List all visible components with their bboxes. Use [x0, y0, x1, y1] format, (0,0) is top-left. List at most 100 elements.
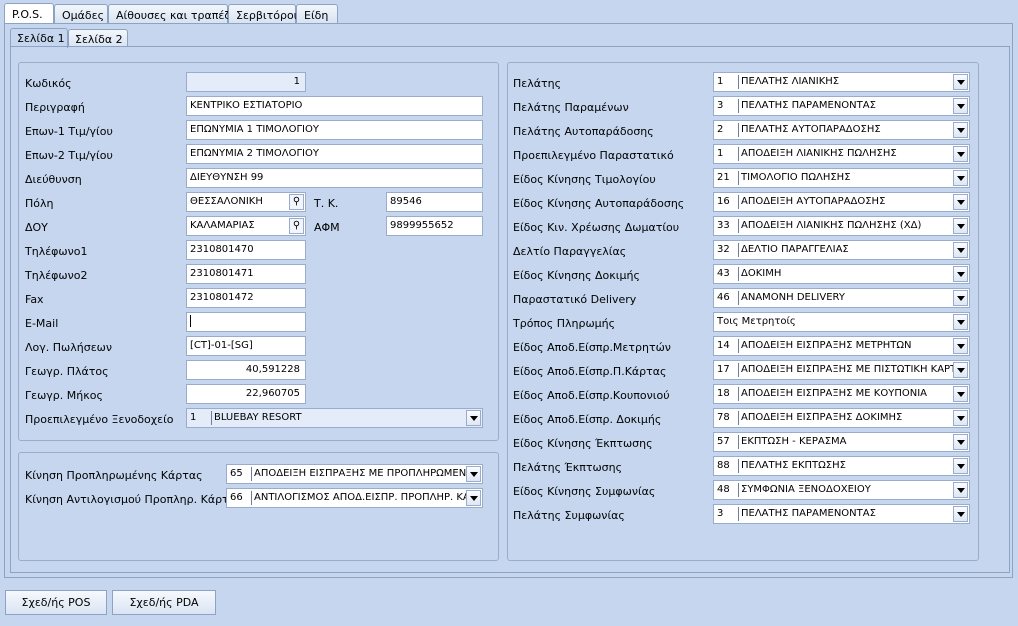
right-row-combo[interactable]: 46 ΑΝΑΜΟΝΗ DELIVERY — [713, 288, 970, 308]
chevron-down-icon[interactable] — [953, 506, 968, 522]
doy-field[interactable]: ΚΑΛΑΜΑΡΙΑΣ ⚲ — [186, 216, 306, 236]
chevron-down-icon[interactable] — [466, 410, 481, 426]
fax-field[interactable]: 2310801472 — [186, 288, 306, 308]
text-caret — [190, 315, 191, 327]
tab-aithouses[interactable]: Αίθουσες και τραπέζια — [108, 4, 241, 23]
subtab-page2[interactable]: Σελίδα 2 — [68, 29, 128, 47]
tab-eidi[interactable]: Είδη — [296, 4, 338, 23]
right-row-label: Είδος Αποδ.Είσπρ.Κουπονιού — [513, 389, 670, 402]
label-platos: Γεωγρ. Πλάτος — [25, 365, 109, 378]
right-row-label: Είδος Αποδ.Είσπρ.Π.Κάρτας — [513, 365, 667, 378]
kinisi-antilog-combo[interactable]: 66 ΑΝΤΙΛΟΓΙΣΜΟΣ ΑΠΟΔ.ΕΙΣΠΡ. ΠΡΟΠΛΗΡ. ΚΑ — [226, 488, 483, 508]
right-row-combo[interactable]: 48 ΣΥΜΦΩΝΙΑ ΞΕΝΟΔΟΧΕΙΟΥ — [713, 480, 970, 500]
eponymia2-field[interactable]: ΕΠΩΝΥΜΙΑ 2 ΤΙΜΟΛΟΓΙΟΥ — [186, 144, 483, 164]
tab-pos[interactable]: P.O.S. — [4, 3, 54, 24]
chevron-down-icon[interactable] — [953, 386, 968, 402]
chevron-down-icon[interactable] — [953, 266, 968, 282]
label-mikos: Γεωγρ. Μήκος — [25, 389, 103, 402]
chevron-down-icon[interactable] — [953, 434, 968, 450]
chevron-down-icon[interactable] — [953, 170, 968, 186]
chevron-down-icon[interactable] — [466, 466, 481, 482]
combo-text: ΠΕΛΑΤΗΣ ΕΚΠΤΩΣΗΣ — [741, 460, 846, 471]
tel2-field[interactable]: 2310801471 — [186, 264, 306, 284]
kinisi-prepaid-combo[interactable]: 65 ΑΠΟΔΕΙΞΗ ΕΙΣΠΡΑΞΗΣ ΜΕ ΠΡΟΠΛΗΡΩΜΕΝΗ — [226, 464, 483, 484]
lightbulb-icon[interactable]: ⚲ — [289, 218, 304, 234]
eponymia1-field[interactable]: ΕΠΩΝΥΜΙΑ 1 ΤΙΜΟΛΟΓΙΟΥ — [186, 120, 483, 140]
combo-code: 18 — [717, 388, 730, 399]
right-row-combo[interactable]: 78 ΑΠΟΔΕΙΞΗ ΕΙΣΠΡΑΞΗΣ ΔΟΚΙΜΗΣ — [713, 408, 970, 428]
chevron-down-icon[interactable] — [953, 146, 968, 162]
combo-text: ΔΟΚΙΜΗ — [741, 268, 782, 279]
right-row-combo[interactable]: 21 ΤΙΜΟΛΟΓΙΟ ΠΩΛΗΣΗΣ — [713, 168, 970, 188]
right-row-combo[interactable]: 16 ΑΠΟΔΕΙΞΗ ΑΥΤΟΠΑΡΑΔΟΣΗΣ — [713, 192, 970, 212]
right-row-label: Είδος Αποδ.Είσπρ. Δοκιμής — [513, 413, 662, 426]
right-row-combo[interactable]: 14 ΑΠΟΔΕΙΞΗ ΕΙΣΠΡΑΞΗΣ ΜΕΤΡΗΤΩΝ — [713, 336, 970, 356]
chevron-down-icon[interactable] — [953, 242, 968, 258]
right-row-label: Δελτίο Παραγγελίας — [513, 245, 627, 258]
combo-text: ΑΠΟΔΕΙΞΗ ΑΥΤΟΠΑΡΑΔΟΣΗΣ — [741, 196, 886, 207]
email-field[interactable] — [186, 312, 306, 332]
combo-separator — [738, 75, 739, 89]
chevron-down-icon[interactable] — [953, 74, 968, 90]
pda-designer-button[interactable]: Σχεδ/ής PDA — [112, 590, 216, 615]
combo-text: ΑΠΟΔΕΙΞΗ ΕΙΣΠΡΑΞΗΣ ΜΕΤΡΗΤΩΝ — [741, 340, 912, 351]
right-row-combo[interactable]: 1 ΑΠΟΔΕΙΞΗ ΛΙΑΝΙΚΗΣ ΠΩΛΗΣΗΣ — [713, 144, 970, 164]
right-row-label: Πελάτης Παραμένων — [513, 101, 629, 114]
subtab-page1[interactable]: Σελίδα 1 — [10, 28, 68, 48]
chevron-down-icon[interactable] — [466, 490, 481, 506]
right-row-combo[interactable]: 32 ΔΕΛΤΙΟ ΠΑΡΑΓΓΕΛΙΑΣ — [713, 240, 970, 260]
chevron-down-icon[interactable] — [953, 98, 968, 114]
chevron-down-icon[interactable] — [953, 458, 968, 474]
label-fax: Fax — [25, 293, 44, 306]
combo-text: ΠΕΛΑΤΗΣ ΑΥΤΟΠΑΡΑΔΟΣΗΣ — [741, 124, 881, 135]
xenodoxeio-combo[interactable]: 1 BLUEBAY RESORT — [186, 408, 483, 428]
poli-field[interactable]: ΘΕΣΣΑΛΟΝΙΚΗ ⚲ — [186, 192, 306, 212]
right-row-combo[interactable]: Τοις Μετρητοίς — [713, 312, 970, 332]
label-afm: ΑΦΜ — [314, 221, 340, 234]
log-poliseon-field[interactable]: [CT]-01-[SG] — [186, 336, 306, 356]
right-row-combo[interactable]: 1 ΠΕΛΑΤΗΣ ΛΙΑΝΙΚΗΣ — [713, 72, 970, 92]
chevron-down-icon[interactable] — [953, 362, 968, 378]
label-eponymia2: Επων-2 Τιμ/γίου — [25, 149, 113, 162]
lightbulb-icon[interactable]: ⚲ — [289, 194, 304, 210]
chevron-down-icon[interactable] — [953, 410, 968, 426]
combo-text: ΠΕΛΑΤΗΣ ΠΑΡΑΜΕΝΟΝΤΑΣ — [741, 508, 876, 519]
combo-code: 3 — [717, 508, 724, 519]
tab-omades[interactable]: Ομάδες — [54, 4, 108, 23]
right-row-combo[interactable]: 3 ΠΕΛΑΤΗΣ ΠΑΡΑΜΕΝΟΝΤΑΣ — [713, 504, 970, 524]
combo-separator — [738, 363, 739, 377]
right-row-combo[interactable]: 88 ΠΕΛΑΤΗΣ ΕΚΠΤΩΣΗΣ — [713, 456, 970, 476]
combo-text: ΠΕΛΑΤΗΣ ΛΙΑΝΙΚΗΣ — [741, 76, 840, 87]
chevron-down-icon[interactable] — [953, 482, 968, 498]
combo-separator — [251, 467, 252, 481]
tel1-field[interactable]: 2310801470 — [186, 240, 306, 260]
label-tk: Τ. Κ. — [314, 197, 339, 210]
right-row-combo[interactable]: 43 ΔΟΚΙΜΗ — [713, 264, 970, 284]
kodikos-field[interactable]: 1 — [186, 72, 306, 92]
afm-field[interactable]: 9899955652 — [386, 216, 483, 236]
tk-field[interactable]: 89546 — [386, 192, 483, 212]
dieythynsi-field[interactable]: ΔΙΕΥΘΥΝΣΗ 99 — [186, 168, 483, 188]
chevron-down-icon[interactable] — [953, 218, 968, 234]
platos-field[interactable]: 40,591228 — [186, 360, 306, 380]
chevron-down-icon[interactable] — [953, 314, 968, 330]
right-row-label: Είδος Κίνησης Έκπτωσης — [513, 437, 653, 450]
combo-text: ΑΝΑΜΟΝΗ DELIVERY — [741, 292, 845, 303]
pos-designer-button[interactable]: Σχεδ/ής POS — [5, 590, 107, 615]
mikos-field[interactable]: 22,960705 — [186, 384, 306, 404]
right-row-combo[interactable]: 18 ΑΠΟΔΕΙΞΗ ΕΙΣΠΡΑΞΗΣ ΜΕ ΚΟΥΠΟΝΙΑ — [713, 384, 970, 404]
chevron-down-icon[interactable] — [953, 122, 968, 138]
combo-text: ΑΠΟΔΕΙΞΗ ΕΙΣΠΡΑΞΗΣ ΔΟΚΙΜΗΣ — [741, 412, 903, 423]
right-row-label: Τρόπος Πληρωμής — [513, 317, 616, 330]
chevron-down-icon[interactable] — [953, 290, 968, 306]
chevron-down-icon[interactable] — [953, 194, 968, 210]
perigrafi-field[interactable]: ΚΕΝΤΡΙΚΟ ΕΣΤΙΑΤΟΡΙΟ — [186, 96, 483, 116]
right-row-combo[interactable]: 17 ΑΠΟΔΕΙΞΗ ΕΙΣΠΡΑΞΗΣ ΜΕ ΠΙΣΤΩΤΙΚΗ ΚΑΡΤ — [713, 360, 970, 380]
right-row-combo[interactable]: 33 ΑΠΟΔΕΙΞΗ ΛΙΑΝΙΚΗΣ ΠΩΛΗΣΗΣ (ΧΔ) — [713, 216, 970, 236]
right-row-combo[interactable]: 2 ΠΕΛΑΤΗΣ ΑΥΤΟΠΑΡΑΔΟΣΗΣ — [713, 120, 970, 140]
tab-servitoroi[interactable]: Σερβιτόροι — [228, 4, 297, 23]
right-row-combo[interactable]: 3 ΠΕΛΑΤΗΣ ΠΑΡΑΜΕΝΟΝΤΑΣ — [713, 96, 970, 116]
right-row-combo[interactable]: 57 ΕΚΠΤΩΣΗ - ΚΕΡΑΣΜΑ — [713, 432, 970, 452]
combo-code: 3 — [717, 100, 724, 111]
chevron-down-icon[interactable] — [953, 338, 968, 354]
